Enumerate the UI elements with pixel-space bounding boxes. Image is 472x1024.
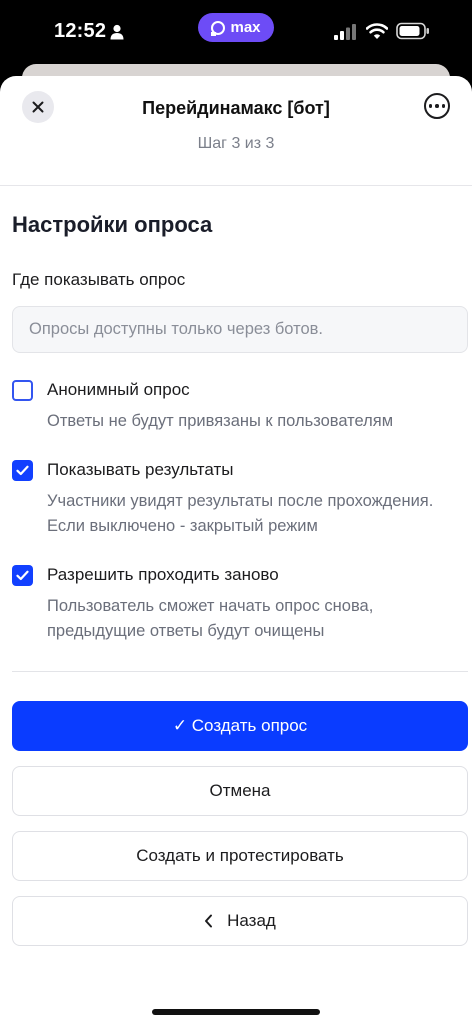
option-anonymous[interactable]: Анонимный опрос Ответы не будут привязан… — [12, 379, 460, 434]
option-description: Участники увидят результаты после прохож… — [47, 492, 434, 535]
home-indicator — [152, 1009, 320, 1015]
battery-icon — [396, 22, 429, 40]
option-description: Пользователь сможет начать опрос снова, … — [47, 597, 374, 640]
status-bar: 12:52 max — [0, 0, 472, 64]
location-field[interactable]: Опросы доступны только через ботов. — [12, 306, 468, 353]
more-dot-icon — [435, 104, 439, 108]
create-and-test-button[interactable]: Создать и протестировать — [12, 831, 468, 881]
option-label: Показывать результаты — [47, 460, 234, 479]
create-poll-button[interactable]: ✓ Создать опрос — [12, 701, 468, 751]
back-button[interactable]: Назад — [12, 896, 468, 946]
more-options-button[interactable] — [424, 93, 450, 119]
back-label: Назад — [227, 911, 276, 930]
status-time: 12:52 — [54, 20, 107, 42]
option-show-results[interactable]: Показывать результаты Участники увидят р… — [12, 459, 460, 539]
option-description: Ответы не будут привязаны к пользователя… — [47, 412, 394, 430]
more-dot-icon — [428, 104, 433, 108]
bot-title: Перейдинамакс [бот] — [142, 98, 330, 118]
allow-retake-checkbox[interactable] — [12, 565, 33, 586]
location-label: Где показывать опрос — [12, 270, 186, 289]
person-icon — [110, 24, 124, 40]
option-label: Анонимный опрос — [47, 380, 190, 399]
wifi-icon — [366, 23, 388, 39]
anonymous-checkbox[interactable] — [12, 380, 33, 401]
max-badge-text: max — [230, 19, 261, 36]
divider — [12, 671, 468, 672]
checkmark-icon — [16, 570, 29, 581]
signal-icon — [334, 24, 356, 40]
option-label: Разрешить проходить заново — [47, 565, 279, 584]
step-indicator: Шаг 3 из 3 — [197, 135, 275, 152]
max-logo-icon — [211, 20, 226, 36]
sheet-content: Настройки опроса Где показывать опрос Оп… — [0, 212, 472, 946]
cancel-button[interactable]: Отмена — [12, 766, 468, 816]
poll-settings-sheet: Перейдинамакс [бот] Шаг 3 из 3 Настройки… — [0, 76, 472, 1024]
option-allow-retake[interactable]: Разрешить проходить заново Пользователь … — [12, 564, 460, 644]
checkmark-icon — [16, 465, 29, 476]
chevron-left-icon — [204, 914, 213, 928]
more-dot-icon — [441, 104, 446, 108]
show-results-checkbox[interactable] — [12, 460, 33, 481]
sheet-header: Перейдинамакс [бот] Шаг 3 из 3 — [0, 76, 472, 186]
section-title: Настройки опроса — [12, 212, 213, 237]
max-app-badge[interactable]: max — [198, 13, 274, 42]
